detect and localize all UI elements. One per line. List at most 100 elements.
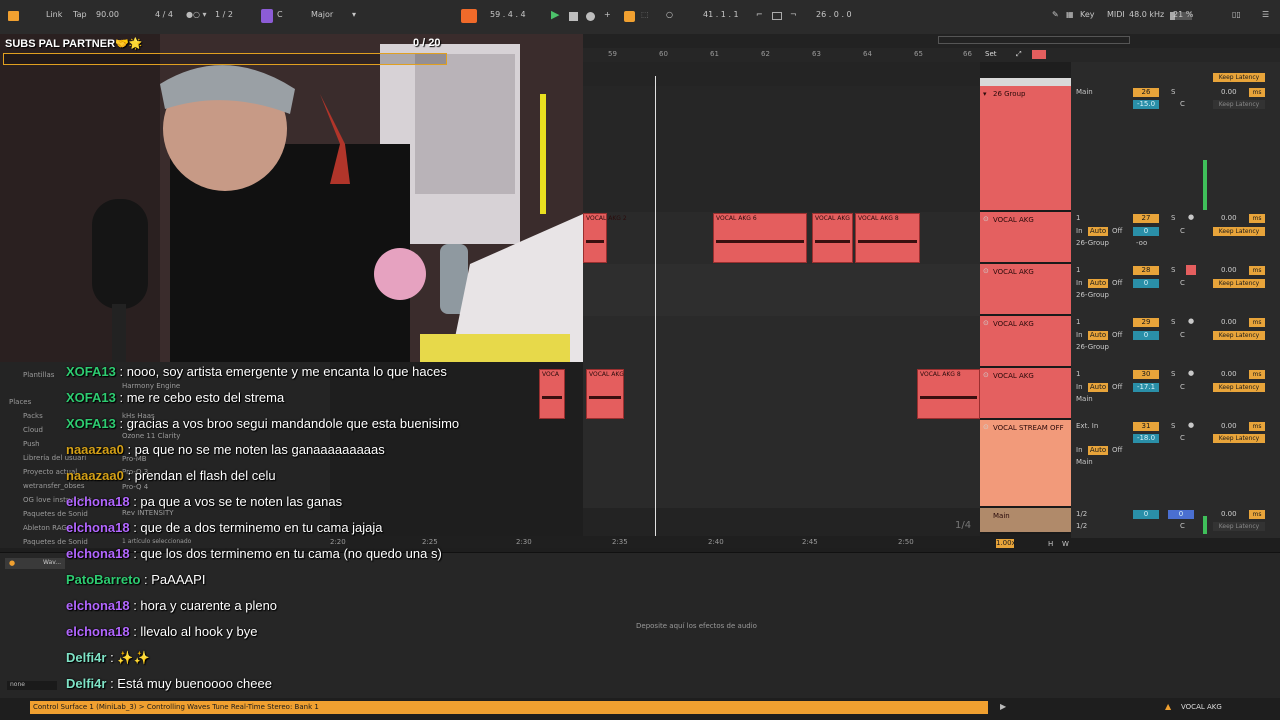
track-header-vocal-akg-30[interactable]: VOCAL AKG ⊙ [980, 368, 1071, 420]
keyboard-icon[interactable]: ▦ [1066, 10, 1074, 19]
h-button[interactable]: H [1048, 540, 1053, 548]
scale-mode-button[interactable] [261, 9, 273, 23]
overview-strip[interactable] [583, 34, 1280, 48]
monitor-off[interactable]: Off [1112, 331, 1122, 339]
track-number[interactable]: 29 [1133, 318, 1159, 327]
track-number[interactable]: 31 [1133, 422, 1159, 431]
track-volume-value[interactable]: 0 [1133, 331, 1159, 340]
monitor-auto[interactable]: Auto [1088, 279, 1108, 288]
master-volume[interactable]: 0 [1133, 510, 1159, 519]
audio-clip[interactable]: VOCAL AKG 8 [855, 213, 920, 263]
playhead[interactable] [655, 76, 656, 536]
keep-latency-button[interactable]: Keep Latency [1213, 434, 1265, 443]
w-button[interactable]: W [1062, 540, 1069, 548]
midi-map-button[interactable]: MIDI [1107, 10, 1125, 19]
arm-icon[interactable]: ● [1188, 213, 1194, 221]
audio-clip[interactable]: VOCAL AKG [586, 369, 624, 419]
key-map-button[interactable]: Key [1080, 10, 1095, 19]
monitor-in[interactable]: In [1076, 331, 1083, 339]
solo-button[interactable]: S [1171, 88, 1175, 96]
pan-knob[interactable]: C [1180, 331, 1185, 339]
keep-latency-button[interactable]: Keep Latency [1213, 100, 1265, 109]
track-header-vocal-stream-off[interactable]: VOCAL STREAM OFF ⊙ [980, 420, 1071, 508]
follow-button[interactable] [461, 9, 477, 23]
cue-volume[interactable]: 0 [1168, 510, 1194, 519]
monitor-auto[interactable]: Auto [1088, 331, 1108, 340]
audio-clip[interactable]: VOCAL AKG 6 [713, 213, 807, 263]
track-header-vocal-akg-28[interactable]: VOCAL AKG ⊙ [980, 264, 1071, 316]
solo-button[interactable]: S [1171, 318, 1175, 326]
monitor-auto[interactable]: Auto [1088, 227, 1108, 236]
loop-length-display[interactable]: 26 . 0 . 0 [816, 10, 852, 19]
keep-latency-button[interactable]: Keep Latency [1213, 331, 1265, 340]
track-header-26-group[interactable]: 26 Group ▾ [980, 86, 1071, 212]
loop-icon[interactable] [772, 12, 782, 20]
lane-vocal-akg-28[interactable] [583, 264, 980, 317]
tap-button[interactable]: Tap [73, 10, 87, 19]
delay-unit[interactable]: ms [1249, 214, 1265, 223]
capture-icon[interactable]: ⬚ [641, 10, 649, 19]
track-header-vocal-akg-27[interactable]: VOCAL AKG ⊙ [980, 212, 1071, 264]
set-button[interactable]: Set [985, 50, 997, 58]
input-channel[interactable]: 1 [1076, 214, 1080, 222]
device-icon[interactable]: ⊙ [983, 319, 989, 327]
device-icon[interactable]: ⊙ [983, 267, 989, 275]
master-input[interactable]: 1/2 [1076, 510, 1087, 518]
arrangement-view[interactable]: VOCAL AKG 2 VOCAL AKG 6 VOCAL AKG VOCAL … [539, 62, 980, 539]
delay-unit[interactable]: ms [1249, 370, 1265, 379]
zoom-display[interactable]: 1.00x [996, 539, 1016, 548]
solo-button[interactable]: S [1171, 266, 1175, 274]
track-delay[interactable]: 0.00 [1221, 422, 1237, 430]
fold-icon[interactable]: ▾ [983, 90, 987, 98]
delay-unit[interactable]: ms [1249, 266, 1265, 275]
delay-unit[interactable]: ms [1249, 88, 1265, 97]
track-number[interactable]: 30 [1133, 370, 1159, 379]
output-routing[interactable]: Main [1076, 458, 1093, 466]
send-value[interactable]: -oo [1136, 239, 1147, 247]
solo-button[interactable]: S [1171, 214, 1175, 222]
link-button[interactable]: Link [46, 10, 62, 19]
io-toggle-icon[interactable] [1032, 50, 1046, 59]
scale-chevron-icon[interactable]: ▾ [352, 10, 356, 19]
overdub-icon[interactable]: + [604, 10, 611, 19]
group-fold-bar[interactable] [980, 78, 1071, 86]
lane-vocal-akg-29[interactable] [583, 316, 980, 369]
output-routing[interactable]: 26-Group [1076, 343, 1109, 351]
track-delay[interactable]: 0.00 [1221, 510, 1237, 518]
automation-arm-icon[interactable] [624, 11, 635, 22]
track-number[interactable]: 27 [1133, 214, 1159, 223]
solo-button[interactable]: S [1171, 422, 1175, 430]
punch-in-icon[interactable]: ⌐ [756, 10, 763, 19]
arm-icon[interactable] [1186, 265, 1196, 275]
arm-icon[interactable]: ● [1188, 317, 1194, 325]
session-record-icon[interactable]: ○ [666, 10, 673, 19]
lane-group-26[interactable] [583, 86, 980, 213]
metronome-icon[interactable]: ●○ ▾ [186, 10, 207, 19]
punch-out-icon[interactable]: ¬ [790, 10, 797, 19]
monitor-off[interactable]: Off [1112, 227, 1122, 235]
track-volume-value[interactable]: -18.0 [1133, 434, 1159, 443]
track-volume-value[interactable]: 0 [1133, 279, 1159, 288]
delay-unit[interactable]: ms [1249, 510, 1265, 519]
pan-knob[interactable]: C [1180, 279, 1185, 287]
menu-icon[interactable]: ☰ [1262, 10, 1269, 19]
output-routing[interactable]: Main [1076, 395, 1093, 403]
quantize-menu[interactable]: 1 / 2 [215, 10, 233, 19]
loop-start-display[interactable]: 41 . 1 . 1 [703, 10, 739, 19]
keep-latency-button[interactable]: Keep Latency [1213, 279, 1265, 288]
overview-viewport[interactable] [938, 36, 1130, 44]
track-volume-value[interactable]: -15.0 [1133, 100, 1159, 109]
monitor-off[interactable]: Off [1112, 446, 1122, 454]
arm-icon[interactable]: ● [1188, 369, 1194, 377]
draw-mode-icon[interactable]: ✎ [1052, 10, 1059, 19]
monitor-in[interactable]: In [1076, 227, 1083, 235]
audio-clip[interactable]: VOCAL AKG 2 [583, 213, 627, 263]
monitor-off[interactable]: Off [1112, 383, 1122, 391]
input-channel[interactable]: 1 [1076, 318, 1080, 326]
arm-icon[interactable]: ● [1188, 421, 1194, 429]
bar-ruler[interactable]: 59 60 61 62 63 64 65 66 [583, 48, 980, 63]
keep-latency-button[interactable]: Keep Latency [1213, 227, 1265, 236]
track-header-vocal-akg-29[interactable]: VOCAL AKG ⊙ [980, 316, 1071, 368]
lane-main[interactable] [583, 508, 980, 539]
track-delay[interactable]: 0.00 [1221, 318, 1237, 326]
